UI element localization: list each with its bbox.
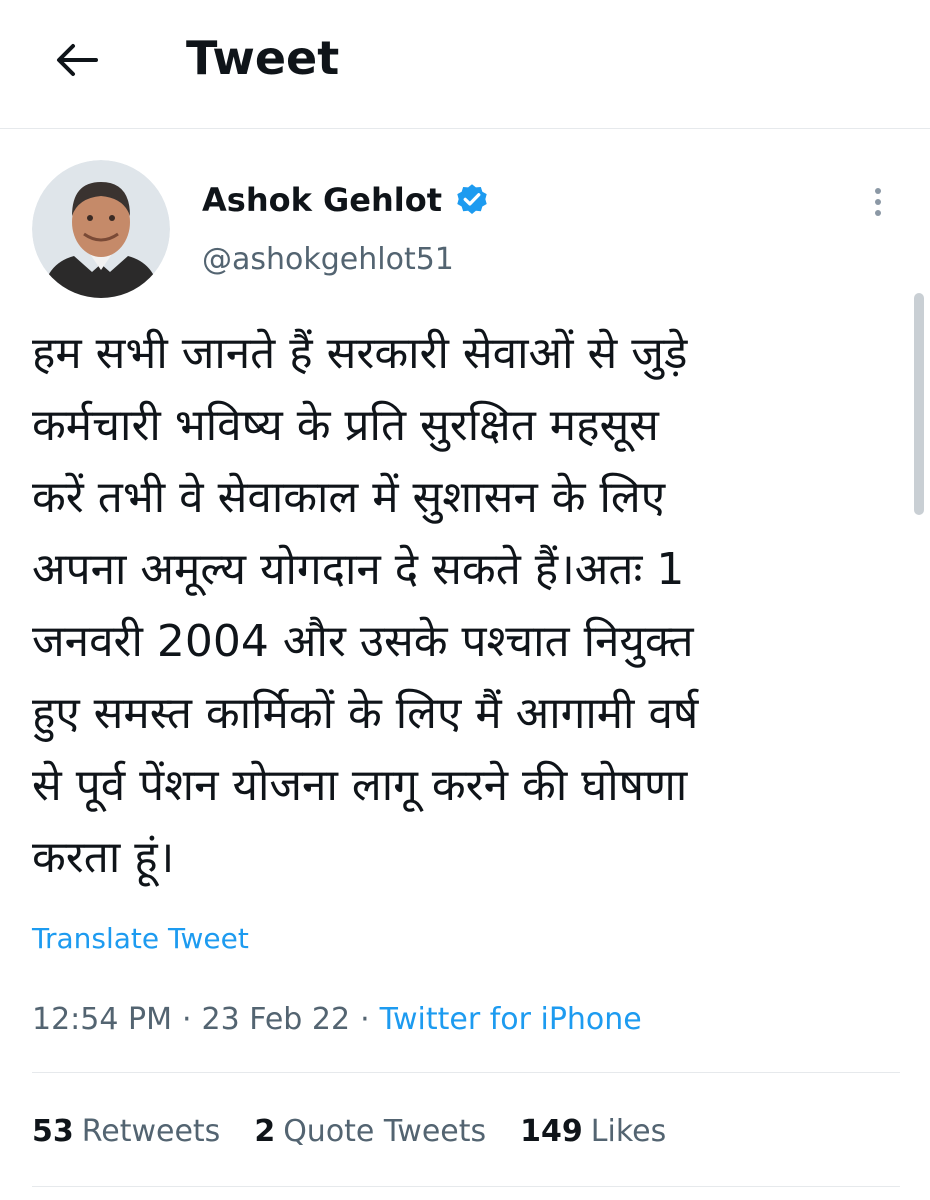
divider <box>32 1186 900 1187</box>
author-handle[interactable]: @ashokgehlot51 <box>202 240 454 280</box>
likes-label: Likes <box>590 1114 667 1149</box>
divider <box>32 1072 900 1073</box>
top-bar: Tweet <box>0 0 930 129</box>
likes-stat[interactable]: 149 Likes <box>520 1110 666 1154</box>
tweet-meta: 12:54 PM · 23 Feb 22 · Twitter for iPhon… <box>32 1000 642 1040</box>
back-button[interactable] <box>44 28 108 92</box>
quote-tweets-stat[interactable]: 2 Quote Tweets <box>254 1110 486 1154</box>
author-name-row[interactable]: Ashok Gehlot <box>202 180 490 220</box>
scrollbar[interactable] <box>914 293 924 515</box>
avatar[interactable] <box>32 160 170 298</box>
translate-tweet-link[interactable]: Translate Tweet <box>32 920 249 958</box>
engagement-stats: 53 Retweets 2 Quote Tweets 149 Likes <box>32 1110 700 1154</box>
verified-badge-icon <box>454 182 490 218</box>
meta-separator: · <box>181 1002 192 1037</box>
quote-tweets-count: 2 <box>254 1114 276 1149</box>
more-dots-icon <box>875 188 881 194</box>
retweets-label: Retweets <box>81 1114 221 1149</box>
retweets-count: 53 <box>32 1114 74 1149</box>
meta-separator: · <box>360 1002 370 1037</box>
more-options-button[interactable] <box>858 180 898 224</box>
page-title: Tweet <box>186 31 340 85</box>
author-display-name[interactable]: Ashok Gehlot <box>202 180 442 220</box>
tweet-source-link[interactable]: Twitter for iPhone <box>380 1000 642 1040</box>
tweet-date[interactable]: 23 Feb 22 <box>202 1000 351 1040</box>
tweet-text: हम सभी जानते हैं सरकारी सेवाओं से जुड़े … <box>32 328 699 883</box>
likes-count: 149 <box>520 1114 583 1149</box>
tweet-time[interactable]: 12:54 PM <box>32 1000 172 1040</box>
arrow-left-icon <box>57 44 98 76</box>
retweets-stat[interactable]: 53 Retweets <box>32 1110 220 1154</box>
quote-tweets-label: Quote Tweets <box>283 1114 487 1149</box>
